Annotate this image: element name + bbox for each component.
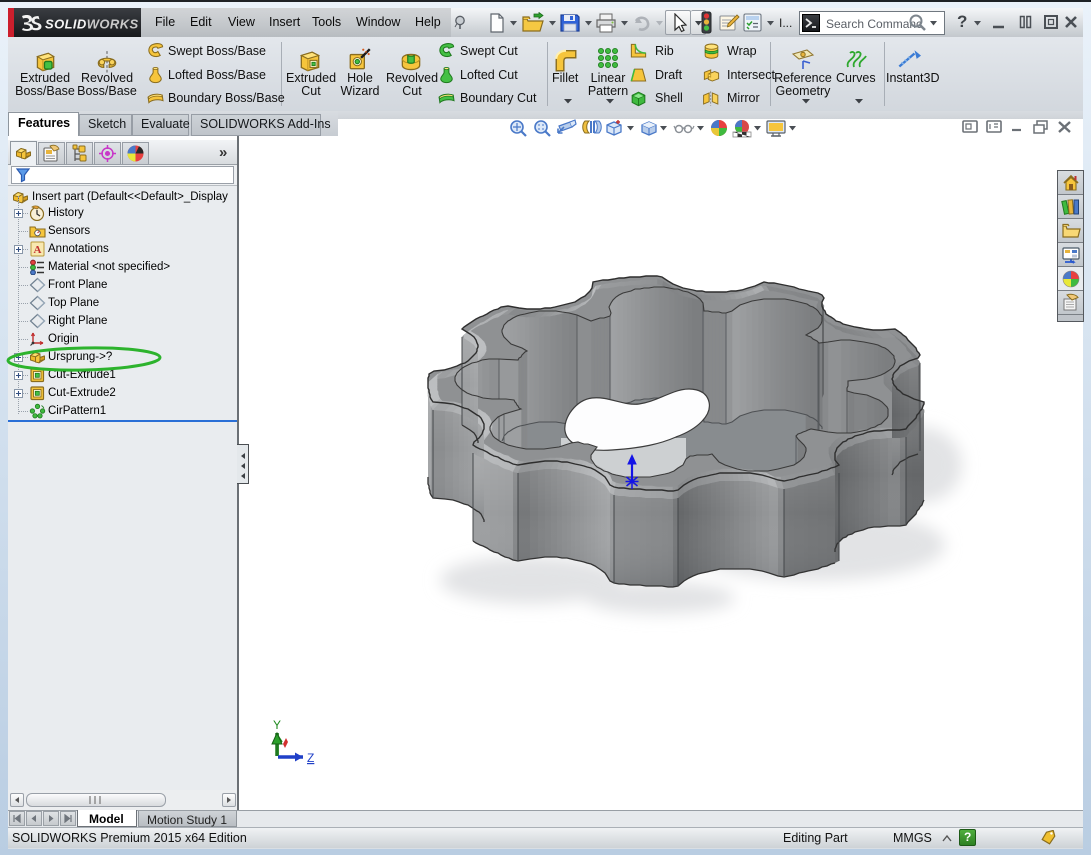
- svg-text:Z: Z: [307, 751, 314, 765]
- svg-text:Y: Y: [273, 718, 281, 732]
- svg-text:A: A: [34, 244, 42, 256]
- svg-text:SOLIDWORKS: SOLIDWORKS: [45, 17, 138, 32]
